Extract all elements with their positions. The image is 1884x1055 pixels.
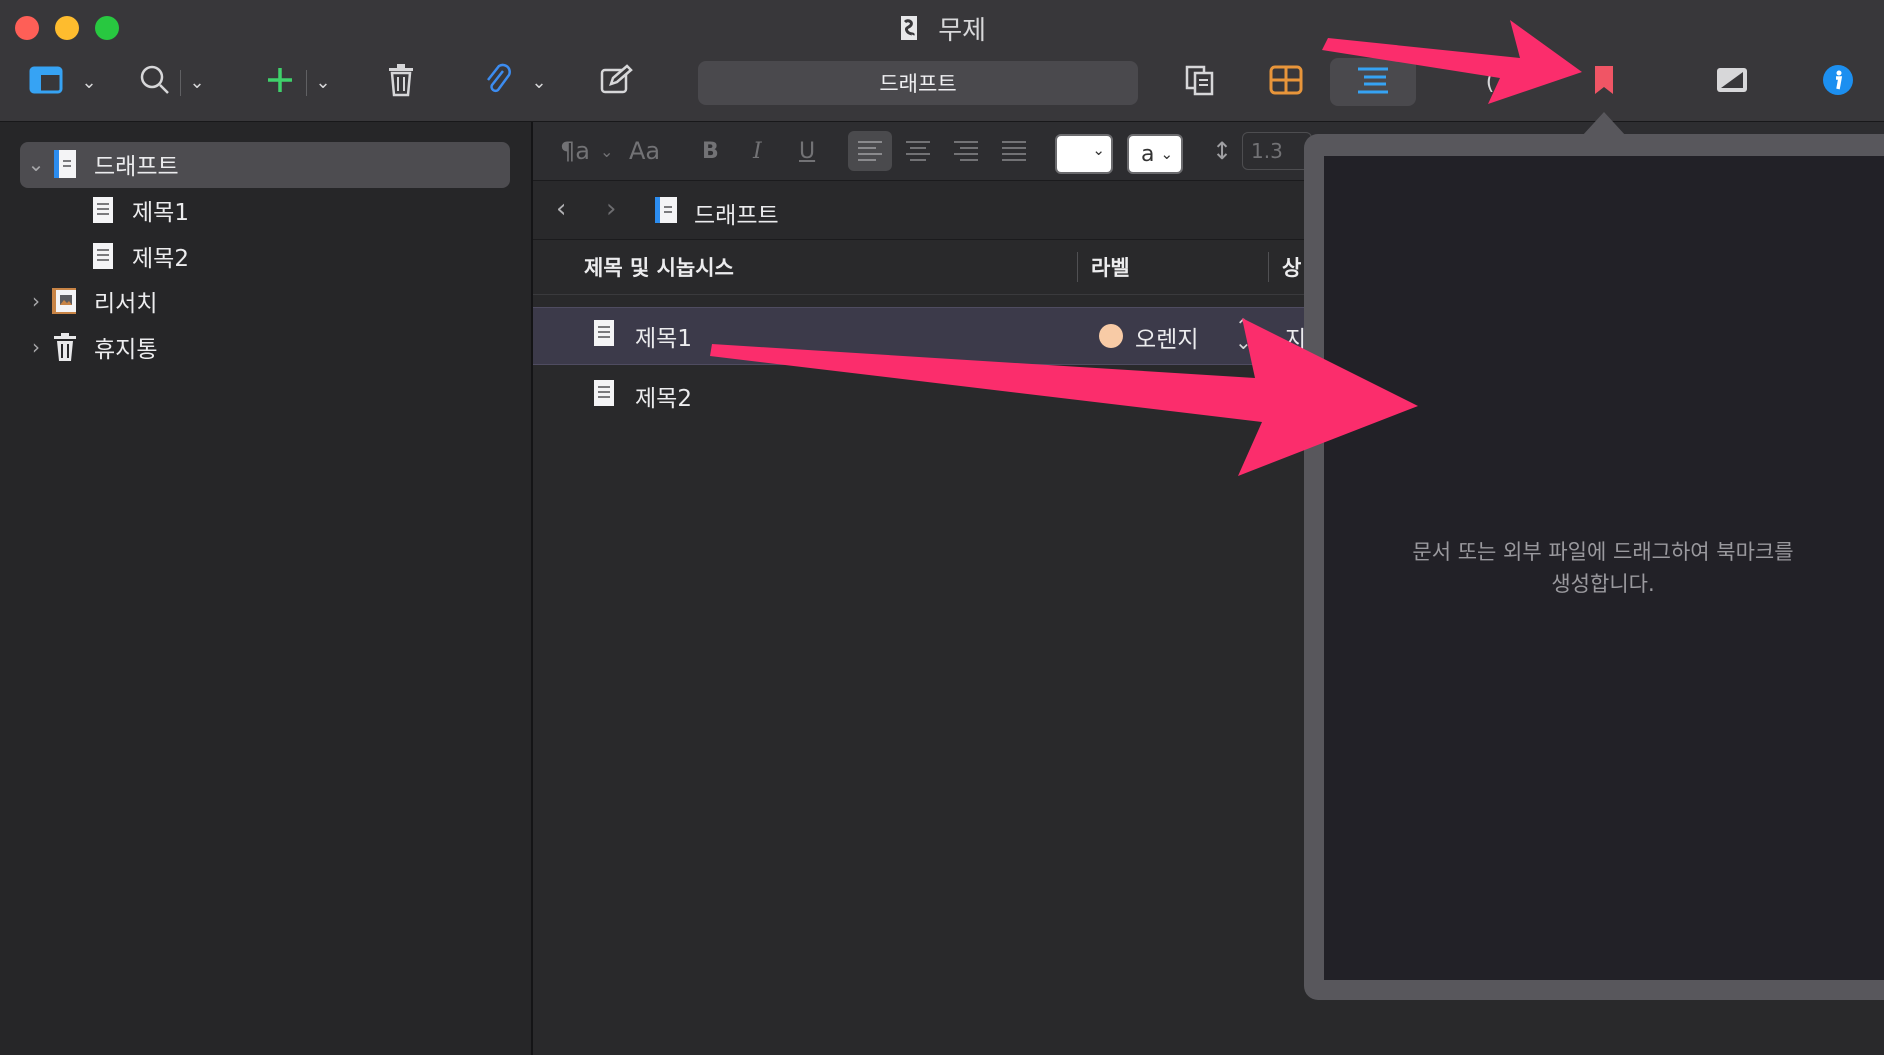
corkboard-view-button[interactable] xyxy=(1264,58,1308,106)
bookmark-icon xyxy=(1593,64,1615,100)
outline-row-label[interactable]: 오렌지 xyxy=(1135,320,1198,354)
bookmarks-empty-message: 문서 또는 외부 파일에 드래그하여 북마크를 생성합니다. xyxy=(1390,536,1816,600)
paperclip-icon xyxy=(483,63,513,101)
binder-item-research[interactable]: › 리서치 xyxy=(22,279,157,323)
text-color-well[interactable]: a ⌄ xyxy=(1127,134,1183,174)
binder-item-title2[interactable]: 제목2 xyxy=(88,234,189,278)
align-left-button[interactable] xyxy=(848,131,892,171)
column-divider[interactable] xyxy=(1077,252,1078,282)
document-icon xyxy=(593,379,615,413)
binder-item-trash[interactable]: › 휴지통 xyxy=(22,325,157,369)
binder-item-label: 휴지통 xyxy=(94,337,158,363)
binder-item-label: 리서치 xyxy=(94,291,158,317)
binder-item-label: 제목2 xyxy=(132,246,189,272)
outline-view-button[interactable] xyxy=(1330,58,1416,106)
copyholder-button[interactable] xyxy=(1180,58,1220,106)
outline-row-title[interactable]: 제목1 xyxy=(635,319,692,353)
search-button[interactable] xyxy=(137,58,173,106)
partial-icon: ( xyxy=(1485,69,1495,95)
binder-item-label: 제목1 xyxy=(132,200,189,226)
scrivener-document-icon xyxy=(898,14,920,49)
hidden-toolbar-button[interactable]: ( xyxy=(1478,58,1502,106)
paragraph-style-label: ¶a xyxy=(560,137,590,165)
view-mode-chevron-down-icon[interactable]: ⌄ xyxy=(78,58,100,106)
documents-icon xyxy=(1184,64,1216,100)
toolbar-divider xyxy=(180,70,181,96)
chevron-down-icon[interactable]: ⌄ xyxy=(22,152,50,176)
paragraph-style-button[interactable]: ¶a ⌄ xyxy=(560,122,613,180)
add-chevron-down-icon[interactable]: ⌄ xyxy=(312,58,334,106)
chevron-right-icon[interactable]: › xyxy=(22,335,50,359)
chevron-right-icon[interactable]: › xyxy=(22,289,50,313)
binder-item-title1[interactable]: 제목1 xyxy=(88,188,189,232)
align-right-button[interactable] xyxy=(944,131,988,171)
binder-item-label: 드래프트 xyxy=(94,154,179,180)
forward-chevron-right-icon[interactable]: › xyxy=(606,194,616,224)
chevron-down-icon: ⌄ xyxy=(1160,145,1174,163)
popover-arrow xyxy=(1582,112,1626,136)
attach-chevron-down-icon[interactable]: ⌄ xyxy=(528,58,550,106)
trash-button[interactable] xyxy=(383,58,419,106)
sidebar-layout-icon xyxy=(29,65,63,99)
compose-icon xyxy=(599,64,633,100)
add-button[interactable] xyxy=(262,58,298,106)
view-mode-button[interactable] xyxy=(26,58,66,106)
window-title: 무제 xyxy=(0,10,1884,49)
search-chevron-down-icon[interactable]: ⌄ xyxy=(186,58,208,106)
document-icon xyxy=(593,319,615,353)
chevron-down-icon: ⌄ xyxy=(599,141,614,161)
header-path-label[interactable]: 드래프트 xyxy=(694,196,779,230)
empty-message-line2: 생성합니다. xyxy=(1551,572,1655,596)
binder-title-field[interactable]: 드래프트 xyxy=(698,61,1138,105)
line-spacing-field[interactable]: 1.3 xyxy=(1242,132,1312,170)
font-button[interactable]: Aa xyxy=(629,122,660,180)
attach-button[interactable] xyxy=(480,58,516,106)
trash-icon xyxy=(50,331,80,363)
column-header-status[interactable]: 상 xyxy=(1282,240,1301,294)
trash-icon xyxy=(387,63,415,101)
label-stepper-icon[interactable]: ⌃ ⌄ xyxy=(1235,316,1252,352)
back-chevron-left-icon[interactable]: ‹ xyxy=(556,194,566,224)
draft-folder-icon xyxy=(50,148,80,180)
label-color-dot xyxy=(1099,324,1123,348)
info-icon xyxy=(1822,64,1854,100)
binder-sidebar xyxy=(0,122,533,1055)
bold-button[interactable]: B xyxy=(702,122,719,180)
align-center-icon xyxy=(896,141,940,175)
line-spacing-icon: ↕ xyxy=(1212,137,1233,165)
composition-mode-button[interactable] xyxy=(1712,58,1752,106)
align-justify-icon xyxy=(992,141,1036,175)
toolbar-divider xyxy=(306,70,307,96)
binder-item-draft[interactable]: ⌄ 드래프트 xyxy=(22,142,179,186)
document-icon xyxy=(88,240,118,272)
text-color-label: a xyxy=(1141,141,1155,167)
bookmarks-button[interactable] xyxy=(1586,58,1622,106)
align-right-icon xyxy=(944,141,988,175)
document-icon xyxy=(88,194,118,226)
outline-row-status[interactable]: 지 xyxy=(1285,320,1306,354)
plus-icon xyxy=(265,65,295,99)
compose-button[interactable] xyxy=(596,58,636,106)
align-center-button[interactable] xyxy=(896,131,940,171)
search-icon xyxy=(139,64,171,100)
inspector-button[interactable] xyxy=(1820,58,1856,106)
outline-row-title[interactable]: 제목2 xyxy=(635,379,692,413)
highlight-color-well[interactable]: ⌄ xyxy=(1055,134,1113,174)
corkboard-grid-icon xyxy=(1269,65,1303,99)
draft-folder-icon xyxy=(654,196,678,228)
research-folder-icon xyxy=(50,285,80,317)
align-justify-button[interactable] xyxy=(992,131,1036,171)
column-divider[interactable] xyxy=(1268,252,1269,282)
window-title-text: 무제 xyxy=(938,16,987,46)
composition-mode-icon xyxy=(1715,65,1749,99)
align-left-icon xyxy=(848,141,892,175)
column-header-label[interactable]: 라벨 xyxy=(1091,240,1130,294)
column-header-title-synopsis[interactable]: 제목 및 시놉시스 xyxy=(584,240,734,294)
empty-message-line1: 문서 또는 외부 파일에 드래그하여 북마크를 xyxy=(1412,540,1794,564)
outline-list-icon xyxy=(1356,65,1390,99)
italic-button[interactable]: I xyxy=(753,122,762,180)
underline-button[interactable]: U xyxy=(799,122,815,180)
chevron-down-icon: ⌄ xyxy=(1092,141,1105,159)
